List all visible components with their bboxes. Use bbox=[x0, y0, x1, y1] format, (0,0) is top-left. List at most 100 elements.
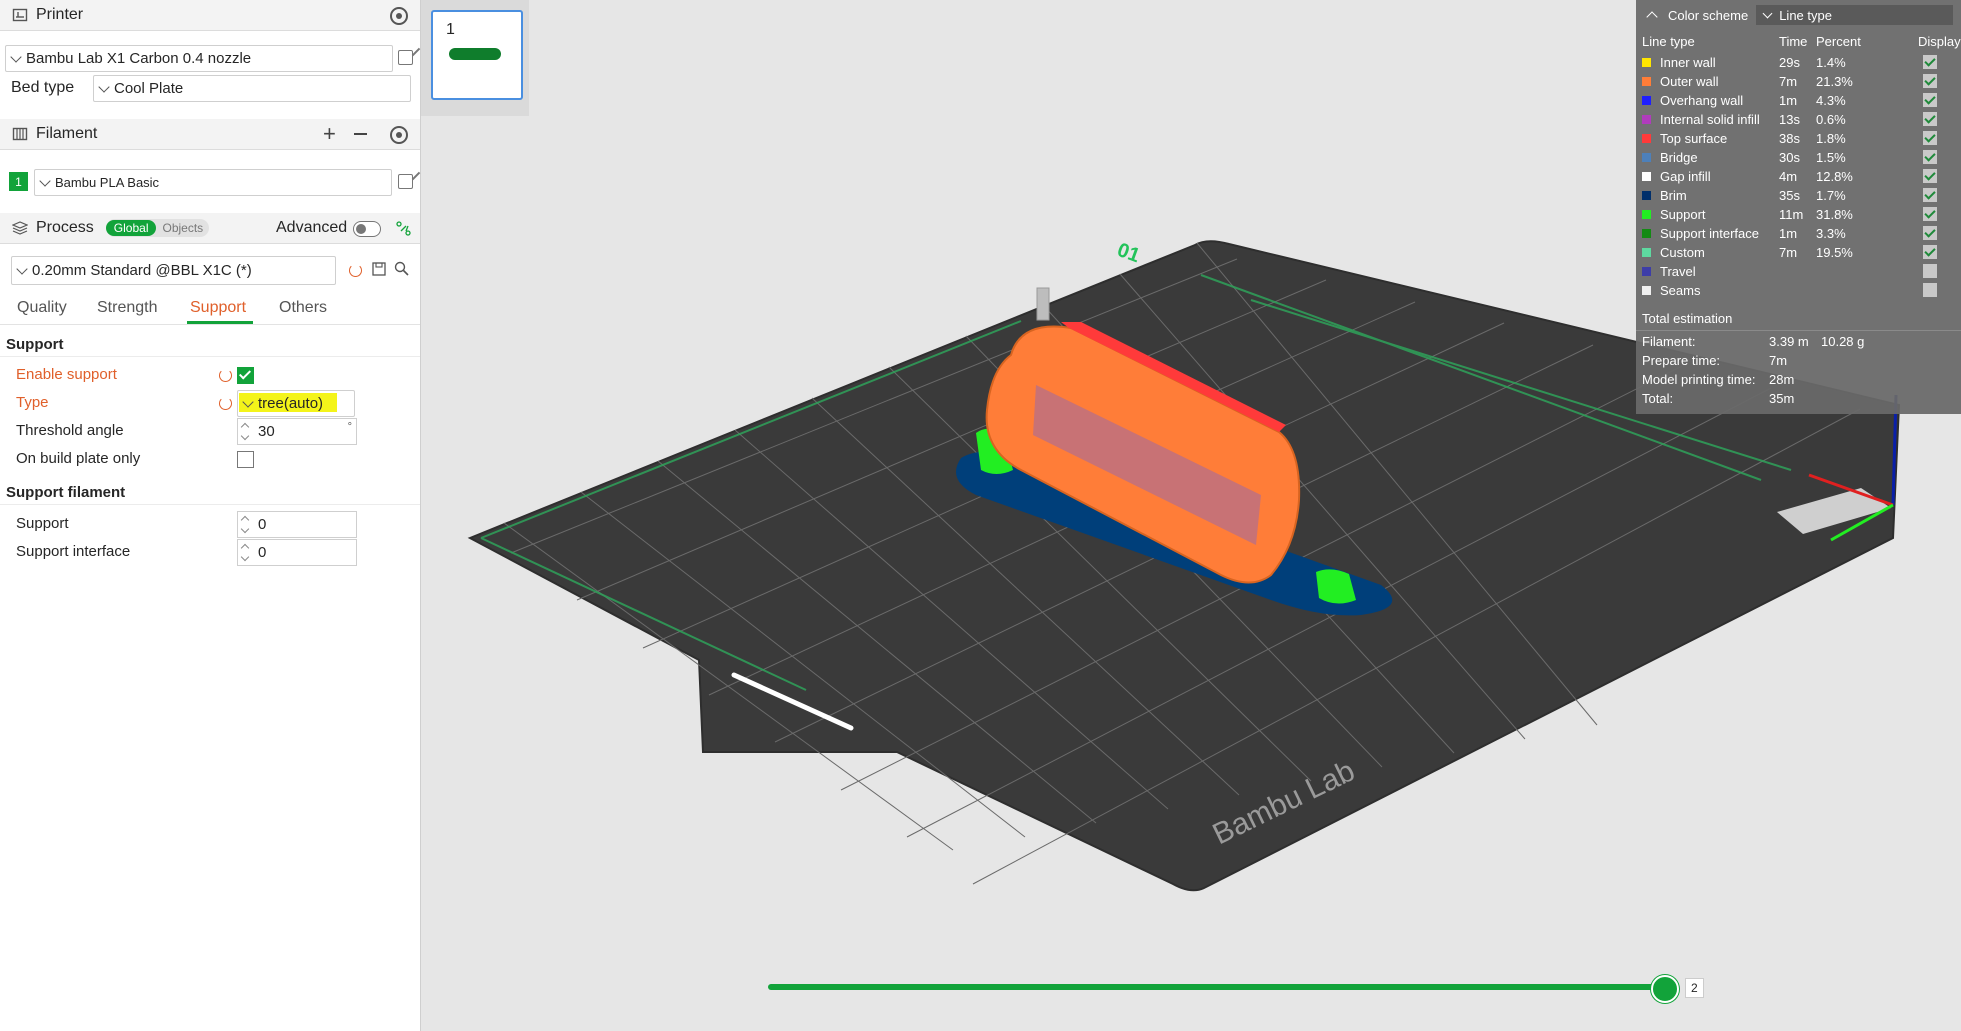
enable-support-label: Enable support bbox=[16, 366, 117, 383]
legend-row: Support interface 1m 3.3% bbox=[1642, 224, 1954, 242]
enable-support-checkbox[interactable] bbox=[237, 367, 254, 384]
prepare-time-label: Prepare time: bbox=[1642, 353, 1721, 368]
layer-slider-handle[interactable] bbox=[1650, 975, 1679, 1003]
tab-others[interactable]: Others bbox=[279, 299, 327, 317]
model-time-label: Model printing time: bbox=[1642, 372, 1756, 387]
filament-settings-gear-icon[interactable] bbox=[390, 126, 408, 144]
legend-swatch bbox=[1642, 152, 1651, 162]
legend-line-type-name: Seams bbox=[1660, 282, 1701, 298]
color-scheme-select[interactable]: Line type bbox=[1756, 5, 1954, 25]
legend-display-checkbox[interactable] bbox=[1923, 245, 1937, 259]
legend-row: Outer wall 7m 21.3% bbox=[1642, 72, 1954, 90]
printer-section-title: Printer bbox=[36, 6, 84, 23]
tab-strength[interactable]: Strength bbox=[97, 299, 157, 317]
remove-filament-minus-icon[interactable] bbox=[354, 133, 367, 135]
process-preset-select[interactable]: 0.20mm Standard @BBL X1C (*) bbox=[11, 256, 336, 285]
filament-preset-select[interactable]: Bambu PLA Basic bbox=[34, 169, 392, 196]
legend-row: Internal solid infill 13s 0.6% bbox=[1642, 110, 1954, 128]
legend-display-checkbox[interactable] bbox=[1923, 55, 1937, 69]
filament-edit-icon[interactable] bbox=[398, 174, 413, 189]
advanced-toggle[interactable] bbox=[353, 221, 381, 237]
legend-time: 38s bbox=[1779, 130, 1800, 146]
chevron-down-icon bbox=[10, 50, 22, 63]
add-filament-plus-icon[interactable]: + bbox=[323, 121, 336, 147]
legend-row: Custom 7m 19.5% bbox=[1642, 243, 1954, 261]
legend-display-checkbox[interactable] bbox=[1923, 150, 1937, 164]
support-interface-filament-stepper[interactable]: 0 bbox=[237, 539, 357, 566]
printer-preset-select[interactable]: Bambu Lab X1 Carbon 0.4 nozzle bbox=[5, 45, 393, 72]
legend-display-checkbox[interactable] bbox=[1923, 112, 1937, 126]
legend-line-type-name: Inner wall bbox=[1660, 54, 1716, 70]
tab-quality[interactable]: Quality bbox=[17, 299, 67, 317]
tabs-divider bbox=[0, 324, 420, 325]
color-scheme-label: Color scheme bbox=[1668, 7, 1749, 23]
legend-time: 13s bbox=[1779, 111, 1800, 127]
legend-row: Support 11m 31.8% bbox=[1642, 205, 1954, 223]
bed-type-select[interactable]: Cool Plate bbox=[93, 75, 411, 102]
bed-type-label: Bed type bbox=[11, 79, 75, 96]
layer-slider-value-label: 2 bbox=[1684, 978, 1704, 998]
legend-display-checkbox[interactable] bbox=[1923, 169, 1937, 183]
advanced-label: Advanced bbox=[276, 219, 348, 236]
save-preset-icon[interactable] bbox=[372, 262, 386, 280]
filament-slot-badge[interactable]: 1 bbox=[9, 172, 28, 191]
plate-number-text: 01 bbox=[1114, 239, 1142, 267]
support-filament-label: Support bbox=[16, 515, 69, 532]
legend-row: Gap infill 4m 12.8% bbox=[1642, 167, 1954, 185]
filament-slot-number: 1 bbox=[15, 174, 22, 189]
legend-swatch bbox=[1642, 171, 1651, 181]
tab-support[interactable]: Support bbox=[190, 299, 246, 317]
total-estimation-label: Total estimation bbox=[1642, 311, 1733, 326]
legend-display-checkbox[interactable] bbox=[1923, 74, 1937, 88]
legend-row: Seams bbox=[1642, 281, 1954, 299]
legend-time: 7m bbox=[1779, 73, 1798, 89]
legend-time: 11m bbox=[1779, 206, 1804, 222]
legend-display-checkbox[interactable] bbox=[1923, 207, 1937, 221]
support-filament-group-title: Support filament bbox=[6, 484, 126, 501]
legend-percent: 1.4% bbox=[1816, 54, 1846, 70]
enable-support-reset-icon[interactable] bbox=[219, 369, 232, 382]
legend-line-type-name: Support interface bbox=[1660, 225, 1760, 241]
legend-line-type-name: Bridge bbox=[1660, 149, 1698, 165]
legend-swatch bbox=[1642, 133, 1651, 143]
legend-percent: 21.3% bbox=[1816, 73, 1853, 89]
header-time: Time bbox=[1779, 33, 1808, 49]
legend-swatch bbox=[1642, 57, 1651, 67]
search-icon[interactable] bbox=[394, 261, 409, 280]
support-type-label: Type bbox=[16, 394, 49, 411]
stepper-arrows-icon[interactable] bbox=[238, 540, 252, 565]
stepper-arrows-icon[interactable] bbox=[238, 512, 252, 537]
collapse-chevron-up-icon[interactable] bbox=[1646, 11, 1658, 23]
layer-slider-track[interactable] bbox=[768, 984, 1673, 990]
threshold-angle-label: Threshold angle bbox=[16, 422, 124, 439]
process-compare-icon[interactable] bbox=[396, 221, 411, 240]
legend-display-checkbox[interactable] bbox=[1923, 264, 1937, 278]
printer-settings-gear-icon[interactable] bbox=[390, 7, 408, 25]
legend-row: Overhang wall 1m 4.3% bbox=[1642, 91, 1954, 109]
stepper-arrows-icon[interactable] bbox=[238, 419, 252, 444]
legend-display-checkbox[interactable] bbox=[1923, 283, 1937, 297]
support-type-value: tree(auto) bbox=[258, 395, 324, 412]
threshold-angle-stepper[interactable]: 30 ° bbox=[237, 418, 357, 445]
support-filament-stepper[interactable]: 0 bbox=[237, 511, 357, 538]
legend-time: 1m bbox=[1779, 225, 1798, 241]
legend-display-checkbox[interactable] bbox=[1923, 93, 1937, 107]
process-section-header: Process Global Objects Advanced bbox=[0, 213, 420, 244]
legend-percent: 19.5% bbox=[1816, 244, 1853, 260]
printer-edit-icon[interactable] bbox=[398, 50, 413, 65]
support-type-select[interactable]: tree(auto) bbox=[237, 390, 355, 417]
prepare-time-value: 7m bbox=[1769, 353, 1788, 368]
legend-display-checkbox[interactable] bbox=[1923, 188, 1937, 202]
build-plate-only-checkbox[interactable] bbox=[237, 451, 254, 468]
scope-objects-option[interactable]: Objects bbox=[156, 220, 209, 236]
support-type-reset-icon[interactable] bbox=[219, 397, 232, 410]
legend-swatch bbox=[1642, 95, 1651, 105]
scope-global-option[interactable]: Global bbox=[105, 220, 157, 236]
legend-line-type-name: Custom bbox=[1660, 244, 1705, 260]
legend-display-checkbox[interactable] bbox=[1923, 226, 1937, 240]
legend-line-type-name: Overhang wall bbox=[1660, 92, 1744, 108]
header-percent: Percent bbox=[1816, 33, 1861, 49]
process-reset-icon[interactable] bbox=[349, 264, 362, 277]
process-scope-switch[interactable]: Global Objects bbox=[105, 219, 210, 237]
legend-display-checkbox[interactable] bbox=[1923, 131, 1937, 145]
